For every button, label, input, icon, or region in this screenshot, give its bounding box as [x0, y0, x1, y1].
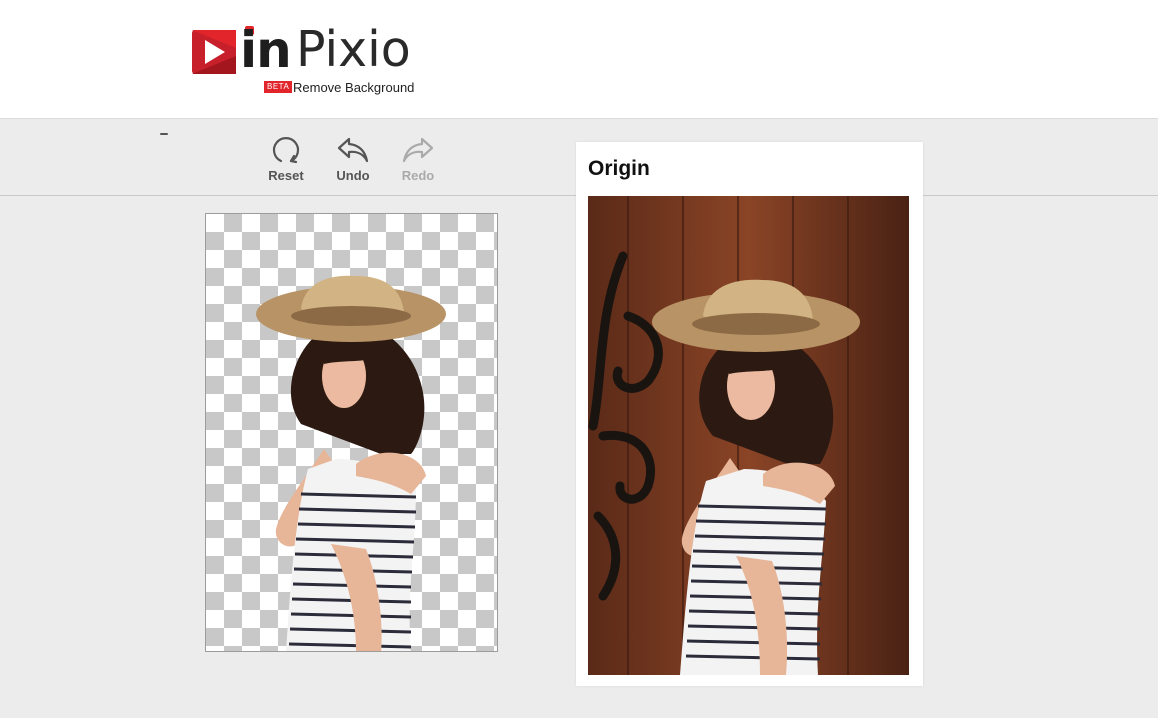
toolbar-marker [160, 133, 168, 135]
undo-label: Undo [336, 168, 370, 183]
result-canvas[interactable] [205, 213, 498, 652]
logo-tagline: Remove Background [293, 80, 415, 95]
logo-text-in: in [240, 21, 292, 79]
undo-button[interactable]: Undo [327, 134, 379, 184]
reset-label: Reset [268, 168, 304, 183]
app-header: in Pixio BETA Remove Background [0, 0, 1158, 119]
reset-button[interactable]: Reset [260, 134, 312, 184]
undo-icon [337, 137, 369, 163]
origin-preview-panel: Origin [576, 142, 923, 686]
redo-icon [402, 137, 434, 163]
redo-label: Redo [401, 168, 435, 183]
reset-icon [272, 137, 300, 164]
origin-title: Origin [588, 157, 650, 180]
play-logo-icon [192, 30, 236, 74]
inpixio-logo[interactable]: in Pixio BETA Remove Background [192, 21, 422, 100]
cutout-photo [256, 275, 446, 651]
redo-button[interactable]: Redo [392, 134, 444, 184]
original-image [588, 196, 909, 675]
logo-text-pixio: Pixio [296, 21, 411, 78]
original-photo [588, 196, 909, 675]
beta-badge: BETA [264, 81, 293, 93]
